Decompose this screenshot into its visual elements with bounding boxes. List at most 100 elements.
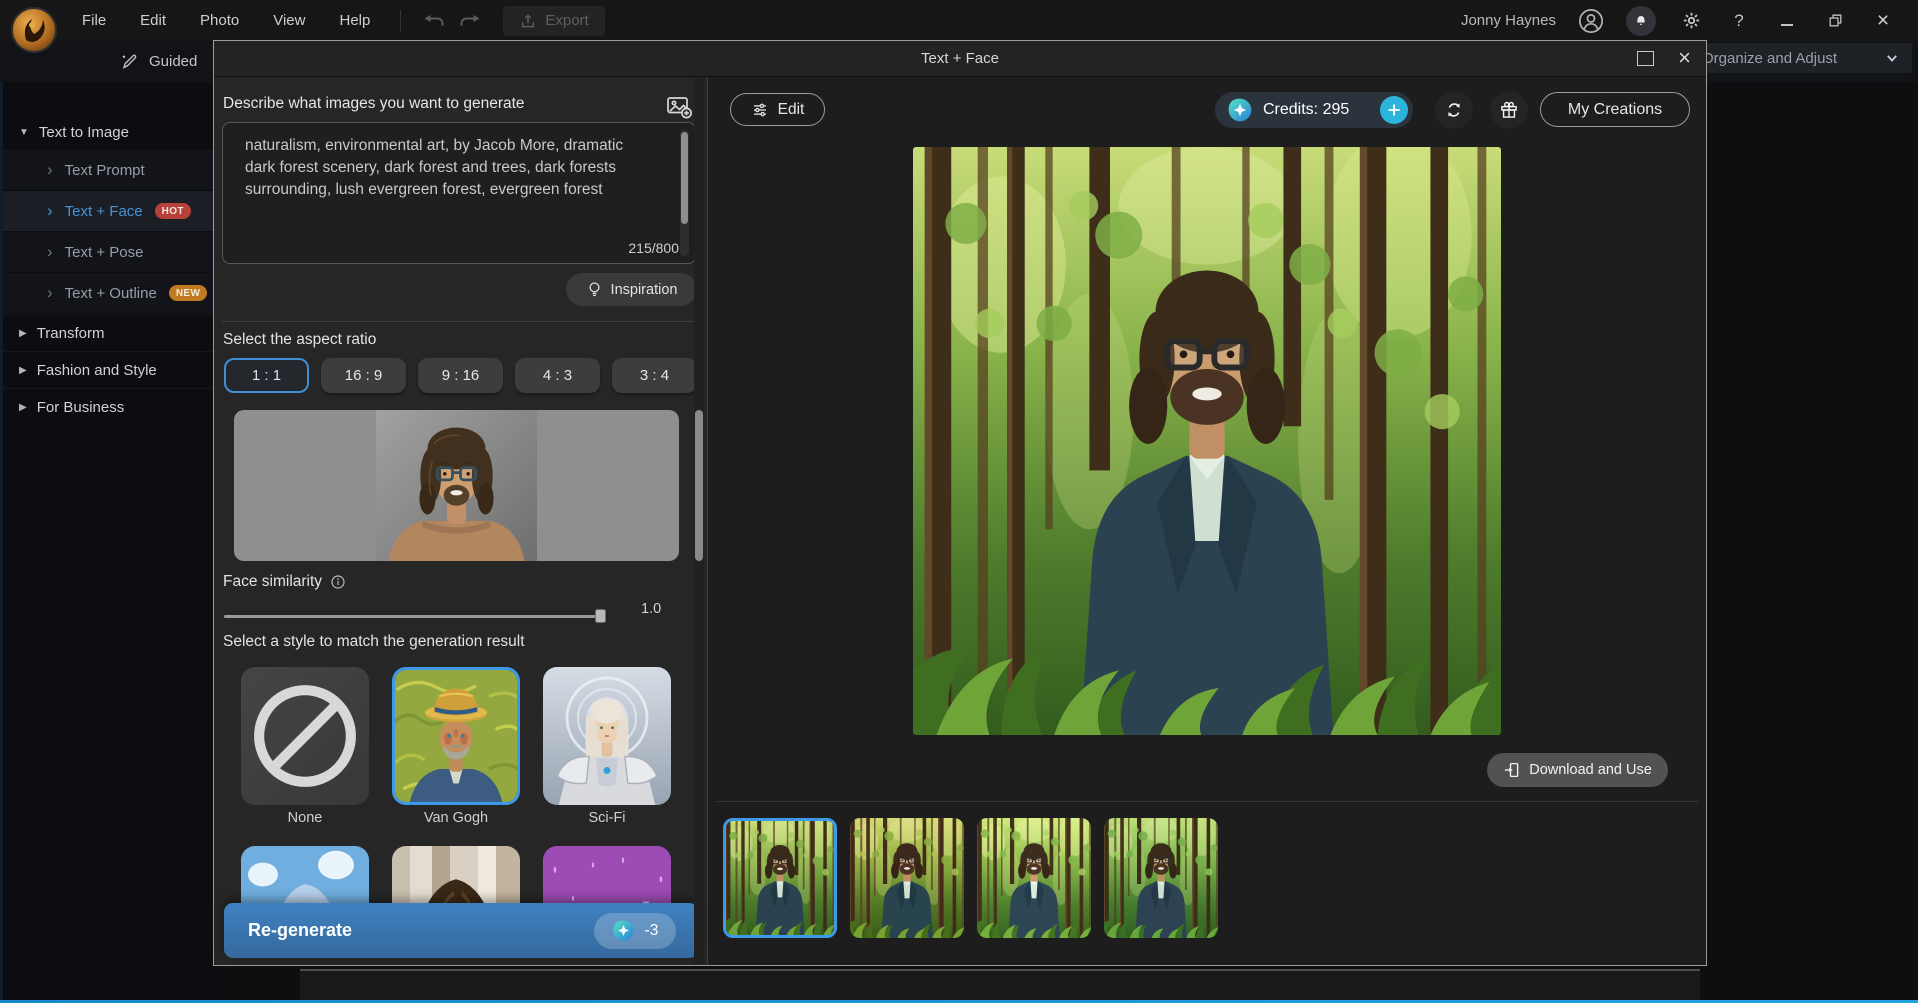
credit-cost-pill: -3 [594,913,676,949]
style-van-gogh-card[interactable] [392,667,520,805]
aspect-9-16-button[interactable]: 9 : 16 [418,358,503,393]
inspiration-label: Inspiration [611,282,678,298]
edit-button[interactable]: Edit [730,93,825,126]
menu-edit[interactable]: Edit [140,12,166,29]
guided-button[interactable]: Guided [120,52,197,71]
result-thumbnail-4[interactable] [1104,818,1218,938]
style-sci-fi-label: Sci-Fi [543,810,671,826]
menu-file[interactable]: File [82,12,106,29]
aspect-ratio-selector: 1 : 1 16 : 9 9 : 16 4 : 3 3 : 4 [224,358,697,393]
slider-track[interactable] [224,615,606,618]
settings-gear-icon[interactable] [1678,8,1704,34]
guided-pen-icon [120,52,139,71]
menu-view[interactable]: View [273,12,305,29]
text-face-dialog: Text + Face × Describe what images you w… [213,40,1707,966]
credit-gem-icon [612,919,635,942]
organize-adjust-dropdown[interactable]: Organize and Adjust [1692,43,1912,73]
chevron-down-icon [1882,48,1902,68]
sidebar-item-text-prompt[interactable]: › Text Prompt [3,150,216,191]
slider-handle[interactable] [595,609,606,623]
prompt-scrollbar[interactable] [680,130,689,256]
sidebar-section-for-business[interactable]: ▶ For Business [3,388,216,425]
prompt-label: Describe what images you want to generat… [223,95,525,113]
panel-scrollbar[interactable] [694,77,704,965]
style-none-card[interactable] [241,667,369,805]
chevron-right-icon: ▶ [19,365,27,376]
user-name[interactable]: Jonny Haynes [1461,12,1556,29]
add-credits-icon[interactable] [1380,96,1408,124]
menu-photo[interactable]: Photo [200,12,239,29]
divider [716,801,1698,802]
sidebar-section-text-to-image[interactable]: ▼ Text to Image [3,114,216,150]
style-label: Select a style to match the generation r… [223,633,525,651]
info-icon[interactable] [330,574,346,590]
credit-gem-icon [1227,97,1253,123]
sidebar-item-text-face[interactable]: › Text + Face HOT [3,191,216,232]
sidebar-item-text-pose[interactable]: › Text + Pose [3,232,216,273]
inspiration-button[interactable]: Inspiration [566,273,697,306]
hot-badge: HOT [155,203,191,219]
result-thumbnails [723,818,1218,938]
dialog-close-icon[interactable]: × [1678,45,1691,71]
download-icon [1503,761,1521,779]
sidebar-section-transform[interactable]: ▶ Transform [3,314,216,351]
cost-value: -3 [645,922,659,940]
item-label: Text + Pose [65,244,144,261]
style-sci-fi-card[interactable] [543,667,671,805]
face-similarity-slider[interactable] [224,608,606,624]
regenerate-button[interactable]: Re-generate -3 [224,903,698,958]
help-icon[interactable]: ? [1726,8,1752,34]
prompt-text: naturalism, environmental art, by Jacob … [245,135,645,201]
download-and-use-button[interactable]: Download and Use [1487,753,1668,787]
item-label: Text + Face [65,203,143,220]
export-label: Export [545,12,588,29]
style-options-row [241,667,671,805]
prompt-input[interactable]: naturalism, environmental art, by Jacob … [222,122,696,264]
titlebar-right: Jonny Haynes ? × [1461,6,1918,36]
divider [222,321,697,322]
aspect-ratio-label: Select the aspect ratio [223,331,376,349]
face-similarity-label: Face similarity [223,573,346,591]
result-thumbnail-1[interactable] [723,818,837,938]
result-thumbnail-2[interactable] [850,818,964,938]
aspect-4-3-button[interactable]: 4 : 3 [515,358,600,393]
credits-display[interactable]: Credits: 295 [1215,92,1413,128]
sidebar-item-text-outline[interactable]: › Text + Outline NEW [3,273,216,314]
new-badge: NEW [169,285,208,301]
item-label: Text Prompt [65,162,145,179]
source-face-preview[interactable] [234,410,679,561]
undo-icon[interactable] [419,9,449,33]
menu-help[interactable]: Help [339,12,370,29]
gift-icon[interactable] [1490,91,1528,129]
minimize-icon[interactable] [1774,8,1800,34]
dropdown-label: Organize and Adjust [1702,50,1837,67]
restore-window-icon[interactable] [1822,8,1848,34]
menu-bar: File Edit Photo View Help Export Jonny H… [0,0,1918,42]
aspect-16-9-button[interactable]: 16 : 9 [321,358,406,393]
dialog-maximize-icon[interactable] [1637,51,1654,66]
close-window-icon[interactable]: × [1870,8,1896,34]
add-image-icon[interactable] [666,95,693,119]
chevron-right-icon: ▶ [19,328,27,339]
menu-separator [400,10,401,32]
guided-label: Guided [149,53,197,70]
dialog-titlebar: Text + Face × [214,41,1706,77]
credits-label: Credits: 295 [1263,101,1349,119]
result-thumbnail-3[interactable] [977,818,1091,938]
my-creations-button[interactable]: My Creations [1540,92,1690,127]
refresh-icon[interactable] [1435,91,1473,129]
export-button[interactable]: Export [503,6,604,36]
sidebar-section-fashion-style[interactable]: ▶ Fashion and Style [3,351,216,388]
aspect-1-1-button[interactable]: 1 : 1 [224,358,309,393]
app-logo [10,6,58,54]
redo-icon[interactable] [455,9,485,33]
my-creations-label: My Creations [1568,101,1662,119]
chevron-right-icon: › [47,201,53,221]
dialog-title: Text + Face [921,50,999,67]
account-icon[interactable] [1578,8,1604,34]
notifications-icon[interactable] [1626,6,1656,36]
lightbulb-icon [586,280,603,299]
aspect-3-4-button[interactable]: 3 : 4 [612,358,697,393]
chevron-right-icon: ▶ [19,402,27,413]
results-panel: Edit Credits: 295 [708,77,1706,965]
